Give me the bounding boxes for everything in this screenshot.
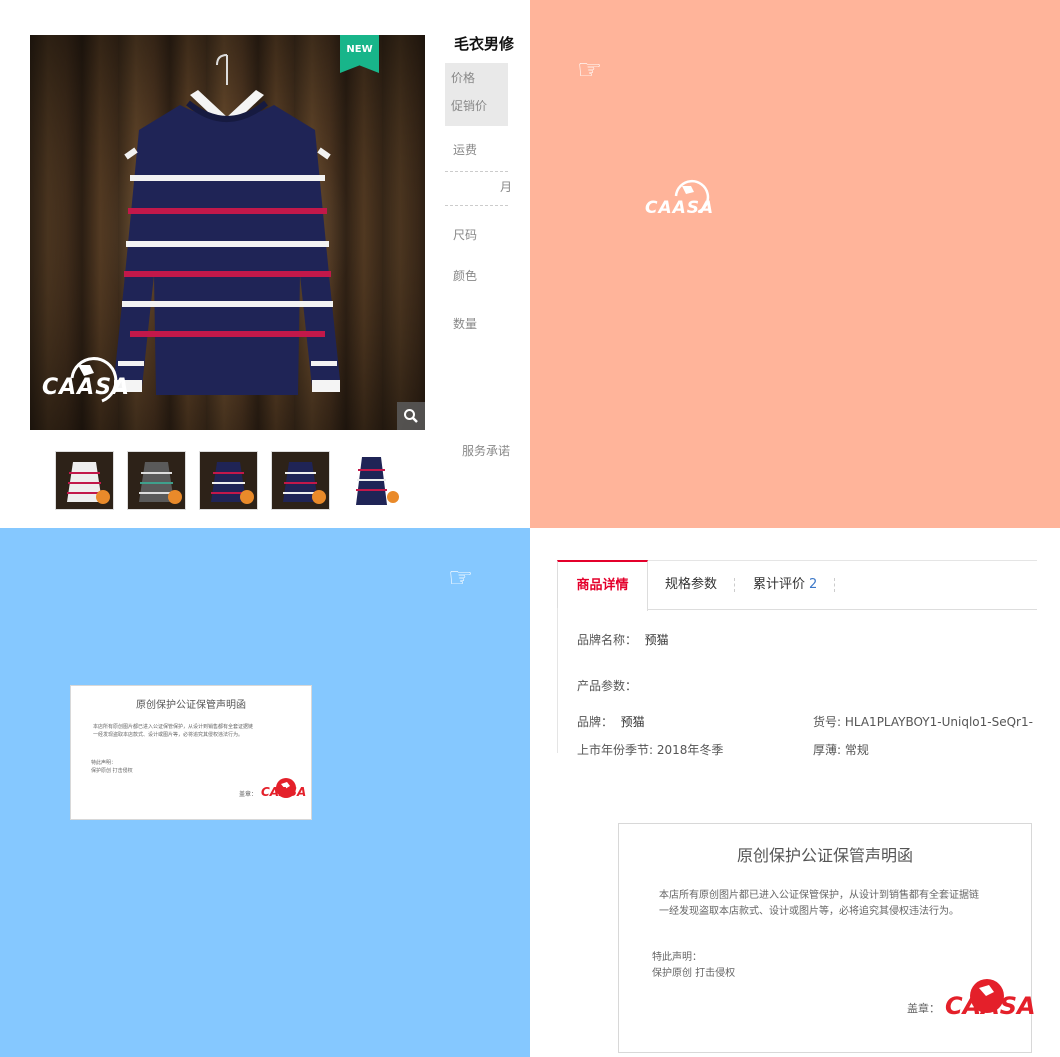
thumbnail-2[interactable] — [127, 451, 186, 510]
brand-logo: CAASA — [261, 785, 307, 799]
thumbnail-4[interactable] — [271, 451, 330, 510]
tab-separator — [834, 578, 836, 592]
thumbnail-image — [211, 462, 254, 504]
quantity-label: 数量 — [453, 317, 478, 331]
tab-reviews[interactable]: 累计评价 2 — [753, 561, 817, 609]
service-label: 服务承诺 — [462, 444, 511, 458]
certificate-statement: 特此声明： 保护原创 打击侵权 — [652, 952, 736, 979]
thickness-row: 厚薄: 常规 — [813, 743, 869, 757]
brand-name-row: 品牌名称： 预猫 — [577, 633, 669, 647]
color-label: 颜色 — [453, 269, 478, 283]
seal-label: 盖章： — [239, 791, 258, 798]
certificate-body: 本店所有原创图片都已进入公证保管保护，从设计到销售都有全套证据链 一经发现盗取本… — [659, 890, 979, 917]
product-panel: CAASA NEW 毛衣男修 价格 促销价 运费 月 尺码 颜色 数量 服务承诺 — [0, 0, 530, 528]
magnifier-icon — [404, 409, 418, 423]
thumbnail-5[interactable] — [343, 451, 400, 508]
season-row: 上市年份季节: 2018年冬季 — [577, 743, 724, 757]
detail-tabs: 商品详情 规格参数 累计评价 2 — [557, 560, 1037, 611]
zoom-button[interactable] — [397, 402, 425, 430]
product-params-label: 产品参数： — [577, 679, 638, 693]
pointing-hand-icon: ☞ — [448, 561, 474, 594]
salmon-panel: ☞ CAASA — [530, 0, 1060, 528]
thumbnail-image — [356, 457, 399, 505]
thumbnail-1[interactable] — [55, 451, 114, 510]
main-product-image[interactable]: CAASA — [30, 35, 425, 430]
certificate-title: 原创保护公证保管声明函 — [736, 846, 913, 865]
shipping-label: 运费 — [453, 143, 478, 157]
certificate-card-large: 原创保护公证保管声明函 本店所有原创图片都已进入公证保管保护，从设计到销售都有全… — [618, 823, 1036, 1053]
price-label: 价格 — [451, 71, 476, 85]
certificate-statement: 特此声明： 保护原创 打击侵权 — [91, 760, 133, 774]
certificate-body: 本店所有原创图片都已进入公证保管保护，从设计到销售都有全套证据链 一经发现盗取本… — [93, 724, 254, 738]
details-panel: 商品详情 规格参数 累计评价 2 品牌名称： 预猫 产品参数： 品牌： 预猫 货号… — [530, 528, 1060, 1057]
size-label: 尺码 — [453, 228, 478, 242]
brand-logo: CAASA — [645, 198, 715, 218]
tab-specifications[interactable]: 规格参数 — [665, 561, 717, 609]
brand-logo: CAASA — [42, 375, 131, 400]
tab-product-details[interactable]: 商品详情 — [557, 560, 648, 611]
seal-label: 盖章： — [907, 1002, 940, 1015]
brand-logo: CAASA — [945, 992, 1036, 1020]
divider — [445, 205, 508, 206]
blue-panel: ☞ 原创保护公证保管声明函 本店所有原创图片都已进入公证保管保护，从设计到销售都… — [0, 528, 530, 1057]
monthly-sales-label: 月 — [500, 180, 513, 194]
thumbnail-3[interactable] — [199, 451, 258, 510]
promo-price-label: 促销价 — [451, 99, 488, 113]
pointing-hand-icon: ☞ — [577, 53, 603, 86]
thumbnail-image — [283, 462, 326, 504]
tab-separator — [734, 578, 736, 592]
certificate-title: 原创保护公证保管声明函 — [136, 700, 246, 711]
thumbnail-image — [67, 462, 110, 504]
brand-row: 品牌： 预猫 — [577, 715, 645, 729]
thumbnail-image — [139, 462, 182, 504]
product-title: 毛衣男修 — [454, 35, 514, 53]
sku-row: 货号: HLA1PLAYBOY1-Uniqlo1-SeQr1-... — [813, 715, 1033, 729]
certificate-card-small: 原创保护公证保管声明函 本店所有原创图片都已进入公证保管保护，从设计到销售都有全… — [70, 685, 312, 820]
divider — [445, 171, 508, 172]
content-border — [557, 608, 558, 753]
